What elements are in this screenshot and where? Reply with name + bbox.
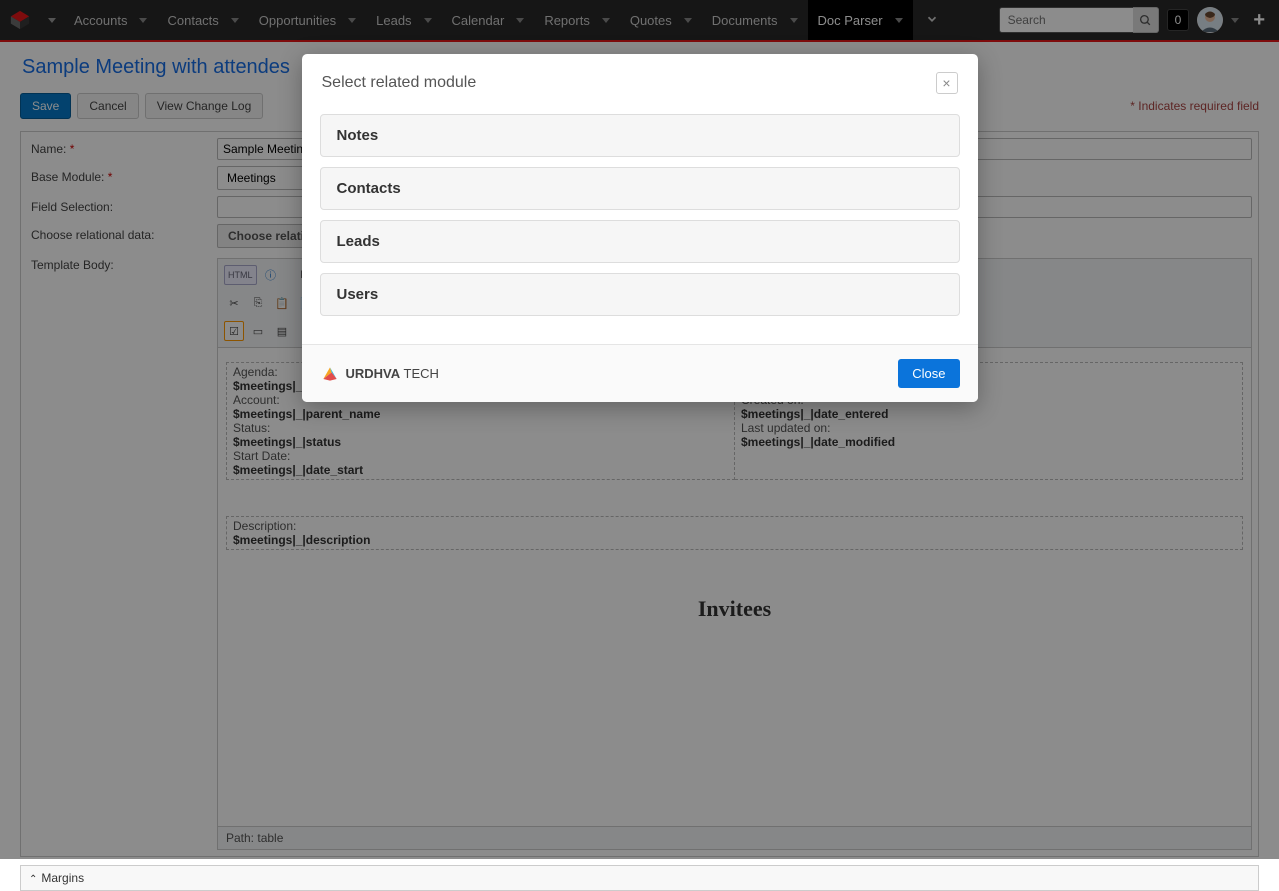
module-option-users[interactable]: Users — [320, 273, 960, 316]
module-option-notes[interactable]: Notes — [320, 114, 960, 157]
modal-close-x[interactable]: × — [936, 72, 958, 94]
modal-title: Select related module — [322, 74, 477, 92]
brand-logo-icon — [320, 364, 340, 384]
select-related-module-modal: Select related module × Notes Contacts Lea… — [302, 54, 978, 402]
module-option-leads[interactable]: Leads — [320, 220, 960, 263]
margins-section-toggle[interactable]: ⌃Margins — [20, 865, 1259, 891]
module-option-contacts[interactable]: Contacts — [320, 167, 960, 210]
chevron-up-icon: ⌃ — [29, 874, 37, 885]
modal-overlay[interactable]: Select related module × Notes Contacts Lea… — [0, 0, 1279, 859]
modal-close-button[interactable]: Close — [898, 359, 959, 388]
modal-brand: URDHVA TECH — [320, 364, 439, 384]
